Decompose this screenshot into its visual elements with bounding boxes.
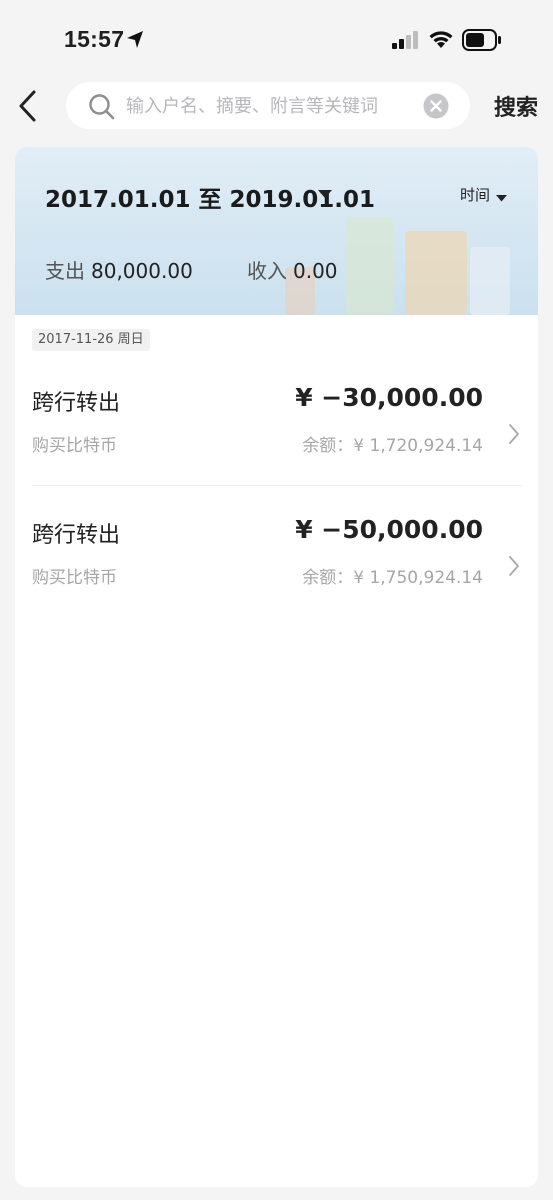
income-value: 0.00 xyxy=(293,259,338,283)
transactions-card: 2017.01.01 至 2019.01.01 时间 支出 80,000.00 收… xyxy=(15,147,538,1187)
battery-icon xyxy=(462,29,501,51)
summary-banner: 2017.01.01 至 2019.01.01 时间 支出 80,000.00 收… xyxy=(15,147,538,315)
banner-decoration xyxy=(405,231,467,315)
search-input[interactable] xyxy=(124,82,428,131)
income-total: 收入 0.00 xyxy=(247,255,338,284)
expense-total: 支出 80,000.00 xyxy=(45,255,193,284)
clear-icon[interactable] xyxy=(423,93,449,119)
transaction-title: 跨行转出 xyxy=(32,523,121,548)
transaction-row[interactable]: 跨行转出 ¥ −30,000.00 购买比特币 余额：¥ 1,720,924.1… xyxy=(15,383,538,505)
transaction-title: 跨行转出 xyxy=(32,391,121,416)
caret-down-icon[interactable] xyxy=(318,190,332,199)
status-bar: 15:57 xyxy=(0,0,553,80)
location-arrow-icon xyxy=(127,31,143,48)
date-group-header: 2017-11-26 周日 xyxy=(32,329,150,351)
back-button[interactable] xyxy=(14,88,44,124)
sort-by-time-button[interactable]: 时间 xyxy=(460,184,490,205)
income-label: 收入 xyxy=(247,259,287,283)
row-divider xyxy=(32,485,522,486)
transaction-balance: 余额：¥ 1,750,924.14 xyxy=(302,568,483,588)
search-button[interactable]: 搜索 xyxy=(494,90,538,122)
chevron-right-icon xyxy=(509,424,519,444)
transaction-balance: 余额：¥ 1,720,924.14 xyxy=(302,436,483,456)
chevron-right-icon xyxy=(509,556,519,576)
status-time: 15:57 xyxy=(64,26,125,52)
signal-icon xyxy=(392,31,418,49)
transaction-amount: ¥ −50,000.00 xyxy=(295,515,483,544)
transaction-memo: 购买比特币 xyxy=(32,436,117,456)
banner-decoration xyxy=(345,217,393,315)
transaction-amount: ¥ −30,000.00 xyxy=(295,383,483,412)
transaction-row[interactable]: 跨行转出 ¥ −50,000.00 购买比特币 余额：¥ 1,750,924.1… xyxy=(15,515,538,637)
caret-down-icon[interactable] xyxy=(496,195,507,202)
expense-label: 支出 xyxy=(45,259,85,283)
search-icon xyxy=(89,94,115,120)
wifi-icon xyxy=(429,31,453,48)
banner-decoration xyxy=(470,247,510,315)
chevron-left-icon xyxy=(19,90,36,122)
transaction-memo: 购买比特币 xyxy=(32,568,117,588)
search-box[interactable] xyxy=(66,82,470,131)
expense-value: 80,000.00 xyxy=(91,259,193,283)
